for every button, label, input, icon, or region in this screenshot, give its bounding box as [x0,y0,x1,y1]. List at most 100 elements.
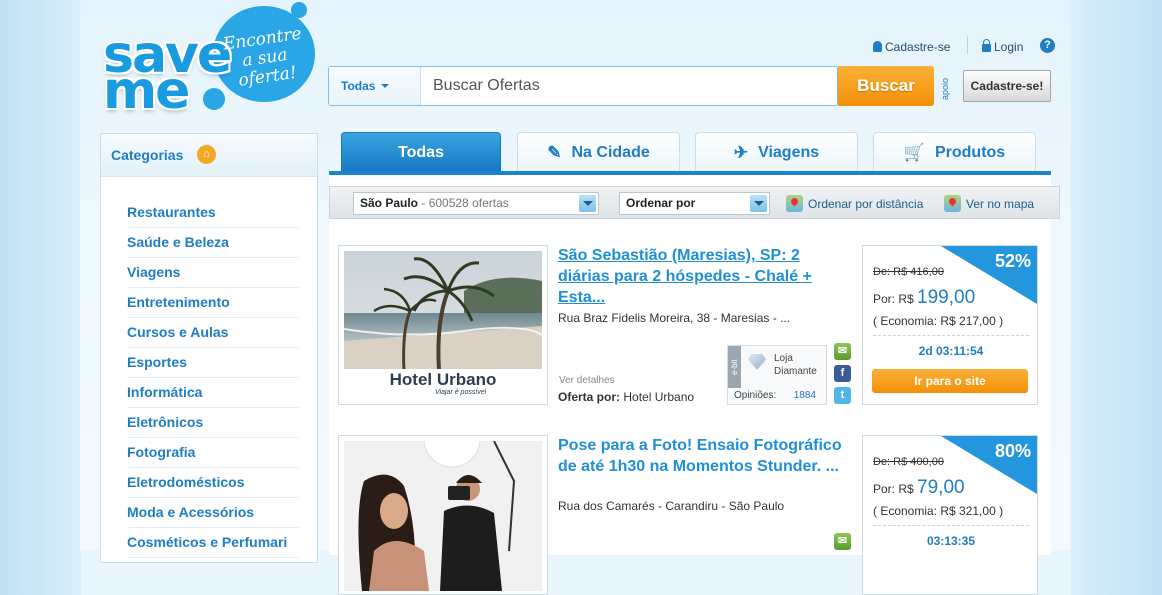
price-value: 199,00 [917,287,976,308]
go-to-site-button[interactable]: Ir para o site [872,369,1028,393]
sidebar-item-eletronicos[interactable]: Eletrônicos [127,408,299,438]
offer-merchant: Oferta por: Hotel Urbano [558,390,694,404]
top-links-divider [967,36,968,54]
offer-title[interactable]: São Sebastião (Maresias), SP: 2 diárias … [558,245,848,308]
email-share-icon[interactable]: ✉ [834,343,851,360]
price-label: Por: R$ [873,292,914,306]
discount-badge: 52% [994,251,1031,271]
offer-card: Pose para a Foto! Ensaio Fotográfico de … [338,435,1038,595]
filter-bar: São Paulo - 600528 ofertas Ordenar por O… [329,186,1060,219]
signup-link[interactable]: Cadastre-se [873,40,950,54]
offer-address: Rua dos Camarés - Carandiru - São Paulo [558,499,785,513]
price-divider [873,335,1029,336]
offer-count: - 600528 ofertas [421,196,509,210]
saveme-logo[interactable]: save me Encontre a sua oferta! [103,0,318,120]
view-map-label: Ver no mapa [966,197,1035,211]
price-box: 80% De: R$ 400,00 Por: R$ 79,00 ( Econom… [862,435,1038,595]
tab-viagens[interactable]: ✈ Viagens [695,132,858,172]
sidebar-item-informatica[interactable]: Informática [127,378,299,408]
sort-select[interactable]: Ordenar por [619,192,770,215]
city-select[interactable]: São Paulo - 600528 ofertas [353,192,599,215]
price-divider [873,525,1029,526]
sidebar-item-cosmeticos[interactable]: Cosméticos e Perfumari [127,528,299,558]
search-category-value: Todas [341,79,376,93]
sidebar-item-saude-beleza[interactable]: Saúde e Beleza [127,228,299,258]
sidebar-item-viagens[interactable]: Viagens [127,258,299,288]
email-share-icon[interactable]: ✉ [834,533,851,550]
view-map-link[interactable]: Ver no mapa [944,195,1034,212]
current-price: Por: R$ 199,00 [873,287,975,309]
merchant-label: Oferta por: [558,390,621,404]
offer-address: Rua Braz Fidelis Moreira, 38 - Maresias … [558,311,791,325]
search-input[interactable] [421,67,831,105]
categories-header: Categorias ⌂ [101,134,317,177]
search-bar: Todas [328,66,838,106]
discount-badge: 80% [994,441,1031,461]
sidebar-item-entretenimento[interactable]: Entretenimento [127,288,299,318]
hotel-urbano-slogan: Viajar é possível [435,389,487,396]
tab-na-cidade-label: Na Cidade [571,144,650,161]
user-icon [873,41,882,52]
logo-word-me: me [103,61,190,121]
help-icon[interactable]: ? [1040,38,1055,53]
tab-todas[interactable]: Todas [341,132,501,172]
old-price: De: R$ 400,00 [873,456,944,468]
sort-distance-label: Ordenar por distância [808,197,924,211]
details-link[interactable]: Ver detalhes [559,375,615,386]
twitter-icon[interactable]: t [834,387,851,404]
sidebar-item-esportes[interactable]: Esportes [127,348,299,378]
tab-viagens-label: Viagens [758,144,820,161]
tab-produtos[interactable]: 🛒 Produtos [873,132,1036,172]
sort-value: Ordenar por [626,196,696,210]
price-label: Por: R$ [873,482,914,496]
ebit-store-line-1: Loja [774,353,793,364]
countdown-timer: 03:13:35 [926,534,976,548]
countdown-timer: 2d 03:11:54 [918,344,984,358]
facebook-icon[interactable]: f [834,365,851,382]
price-box: 52% De: R$ 416,00 Por: R$ 199,00 ( Econo… [862,245,1038,405]
chevron-down-icon [381,84,390,88]
categories-title: Categorias [111,147,184,163]
search-button[interactable]: Buscar [838,66,934,106]
tag-icon: ✎ [547,143,562,162]
city-value: São Paulo [360,196,419,210]
chevron-down-icon [750,195,767,212]
tab-na-cidade[interactable]: ✎ Na Cidade [517,132,680,172]
chevron-down-icon [579,195,596,212]
sidebar-item-cursos-aulas[interactable]: Cursos e Aulas [127,318,299,348]
offer-card: Hotel Urbano Viajar é possível São Sebas… [338,245,1038,405]
hotel-urbano-brand: Hotel Urbano [389,370,497,389]
savings: ( Economia: R$ 217,00 ) [873,314,1004,328]
plane-icon: ✈ [733,143,749,162]
ebit-badge[interactable]: e-bit Loja Diamante Opiniões: 1884 [727,345,827,405]
lock-icon [982,39,991,52]
sort-distance-link[interactable]: Ordenar por distância [786,195,923,212]
tab-todas-label: Todas [398,144,444,161]
sidebar-item-restaurantes[interactable]: Restaurantes [127,198,299,228]
login-link[interactable]: Login [982,39,1023,54]
signup-link-label: Cadastre-se [885,40,951,54]
ebit-tag: e-bit [728,346,741,388]
categories-list: Restaurantes Saúde e Beleza Viagens Entr… [127,198,299,558]
logo-bubble-small [203,88,225,110]
price-value: 79,00 [917,477,965,498]
diamond-icon [748,354,766,370]
map-icon [944,195,961,212]
home-icon[interactable]: ⌂ [197,145,216,164]
sidebar-item-moda-acessorios[interactable]: Moda e Acessórios [127,498,299,528]
search-category-select[interactable]: Todas [329,67,421,105]
ebit-store-level: Loja Diamante [774,352,817,378]
ebit-reviews-count: 1884 [793,390,816,401]
signup-button[interactable]: Cadastre-se! [963,70,1051,102]
offer-image[interactable]: Hotel Urbano Viajar é possível [338,245,548,405]
ebit-reviews-label: Opiniões: [734,390,777,401]
merchant-name: Hotel Urbano [623,390,695,404]
map-pin-icon [786,195,803,212]
savings: ( Economia: R$ 321,00 ) [873,504,1004,518]
offer-title[interactable]: Pose para a Foto! Ensaio Fotográfico de … [558,435,848,477]
sidebar-item-fotografia[interactable]: Fotografia [127,438,299,468]
old-price: De: R$ 416,00 [873,266,944,278]
photo-shoot-photo [344,441,542,591]
sidebar-item-eletrodomesticos[interactable]: Eletrodomésticos [127,468,299,498]
offer-image[interactable] [338,435,548,595]
